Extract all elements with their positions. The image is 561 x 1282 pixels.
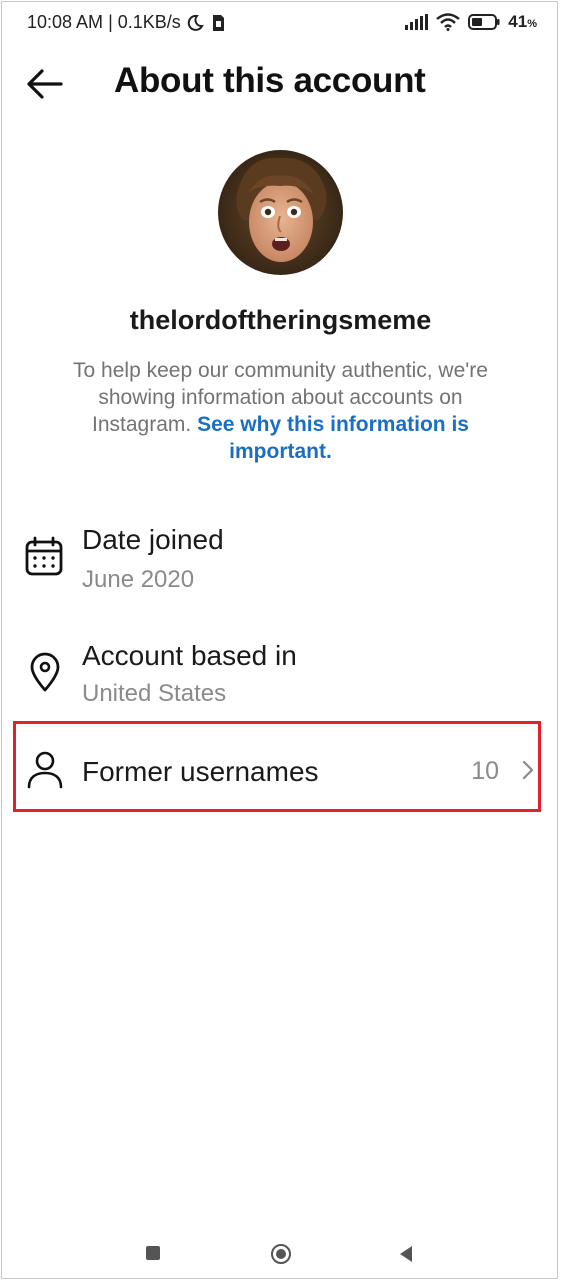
signal-icon — [405, 14, 429, 30]
system-nav-bar — [0, 1235, 561, 1280]
wifi-icon — [436, 13, 461, 31]
sim-icon — [212, 14, 224, 31]
home-circle-icon — [271, 1244, 291, 1264]
former-usernames-row[interactable]: Former usernames 10 — [0, 721, 561, 812]
status-right: 41% — [404, 12, 537, 32]
page-title: About this account — [114, 61, 426, 100]
calendar-icon — [25, 536, 63, 576]
recents-button[interactable] — [145, 1245, 161, 1266]
back-triangle-icon — [400, 1246, 412, 1262]
battery-value: 41 — [508, 12, 528, 31]
account-location-row: Account based in United States — [0, 636, 561, 716]
avatar — [218, 150, 343, 275]
username: thelordoftheringsmeme — [129, 305, 432, 335]
back-arrow-icon — [27, 69, 63, 99]
former-usernames-label: Former usernames — [82, 756, 319, 787]
status-separator: | — [108, 12, 113, 32]
info-link[interactable]: See why this information is important. — [197, 413, 469, 463]
date-joined-value: June 2020 — [82, 566, 195, 593]
back-nav-button[interactable] — [398, 1245, 414, 1268]
status-bar: 10:08 AM | 0.1KB/s 41% — [0, 0, 561, 44]
moon-icon — [187, 14, 204, 31]
home-button[interactable] — [270, 1243, 292, 1270]
account-location-label: Account based in — [82, 640, 297, 671]
account-location-value: United States — [82, 680, 227, 707]
header: About this account — [0, 58, 561, 108]
former-usernames-count: 10 — [471, 757, 499, 785]
status-left: 10:08 AM | 0.1KB/s — [27, 12, 227, 33]
avatar-image — [218, 150, 343, 275]
date-joined-label: Date joined — [82, 524, 224, 555]
location-pin-icon — [30, 652, 60, 692]
date-joined-row: Date joined June 2020 — [0, 520, 561, 600]
status-time: 10:08 AM — [27, 12, 104, 32]
back-button[interactable] — [24, 66, 64, 102]
info-text: To help keep our community authentic, we… — [50, 357, 511, 465]
battery-icon — [468, 14, 500, 30]
battery-percent: 41% — [508, 12, 537, 32]
chevron-right-icon — [522, 760, 534, 780]
person-icon — [27, 751, 63, 789]
recents-square-icon — [146, 1246, 160, 1260]
battery-unit: % — [527, 18, 537, 30]
status-net-speed: 0.1KB/s — [117, 12, 181, 32]
